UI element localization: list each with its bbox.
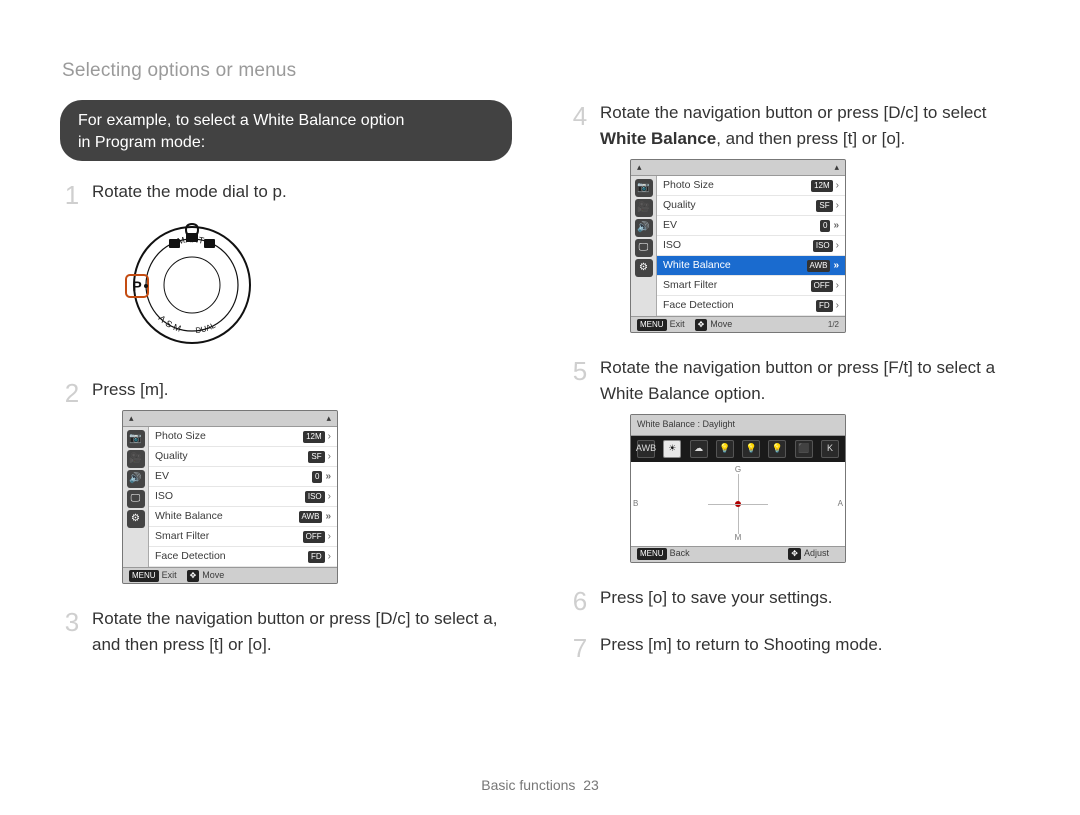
step-7: Press [m] to return to Shooting mode. <box>568 632 1020 658</box>
wb-title: White Balance : Daylight <box>631 415 845 436</box>
menu-key-icon: MENU <box>637 319 667 331</box>
nav-key-icon: ✥ <box>695 319 708 331</box>
camera-menu-screen-2: ▴▴ 📷 🎥 🔊 🖵 ⚙ Photo Size12M› QualitySF› <box>630 159 846 333</box>
step-5: Rotate the navigation button or press [F… <box>568 355 1020 563</box>
menu-row-white-balance: White BalanceAWB» <box>149 507 337 527</box>
sound-icon: 🔊 <box>127 470 145 488</box>
mode-dial-graphic: P SMART A·S·M DUAL <box>122 215 262 355</box>
nav-key-icon: ✥ <box>788 548 801 560</box>
wb-option-fluorescent-h: 💡 <box>716 440 734 458</box>
example-line-2: in Program mode: <box>78 134 205 151</box>
menu-row-photo-size: Photo Size12M› <box>149 427 337 447</box>
step-3: Rotate the navigation button or press [D… <box>60 606 512 657</box>
menu-row-iso: ISOISO› <box>657 236 845 256</box>
wb-option-daylight: ☀ <box>663 440 681 458</box>
right-column: Rotate the navigation button or press [D… <box>568 100 1020 680</box>
gear-icon: ⚙ <box>127 510 145 528</box>
video-icon: 🎥 <box>635 199 653 217</box>
menu-row-smart-filter: Smart FilterOFF› <box>149 527 337 547</box>
menu-list: Photo Size12M› QualitySF› EV0» ISOISO› W… <box>149 427 337 567</box>
example-line-1: For example, to select a White Balance o… <box>78 112 404 129</box>
example-callout: For example, to select a White Balance o… <box>60 100 512 161</box>
page-footer: Basic functions 23 <box>0 777 1080 793</box>
step-2: Press [m]. ▴▴ 📷 🎥 🔊 🖵 ⚙ Photo Siz <box>60 377 512 585</box>
menu-key-icon: MENU <box>637 548 667 560</box>
gear-icon: ⚙ <box>635 259 653 277</box>
menu-row-ev: EV0» <box>657 216 845 236</box>
wb-option-tungsten: 💡 <box>768 440 786 458</box>
menu-row-quality: QualitySF› <box>657 196 845 216</box>
menu-key-icon: MENU <box>129 570 159 582</box>
video-icon: 🎥 <box>127 450 145 468</box>
wb-option-awb: AWB <box>637 440 655 458</box>
menu-sidebar: 📷 🎥 🔊 🖵 ⚙ <box>631 176 657 316</box>
menu-row-quality: QualitySF› <box>149 447 337 467</box>
sound-icon: 🔊 <box>635 219 653 237</box>
nav-key-icon: ✥ <box>187 570 200 582</box>
menu-row-smart-filter: Smart FilterOFF› <box>657 276 845 296</box>
camera-menu-screen-1: ▴▴ 📷 🎥 🔊 🖵 ⚙ Photo Size12M› QualitySF› <box>122 410 338 584</box>
wb-adjust-grid: G M B A <box>631 462 845 546</box>
camera-icon: 📷 <box>127 430 145 448</box>
wb-option-cloudy: ☁ <box>690 440 708 458</box>
wb-option-fluorescent-l: 💡 <box>742 440 760 458</box>
menu-row-face-detection: Face DetectionFD› <box>149 547 337 567</box>
wb-footer: MENUBack ✥Adjust <box>631 546 845 562</box>
wb-option-kelvin: K <box>821 440 839 458</box>
menu-row-ev: EV0» <box>149 467 337 487</box>
step-6: Press [o] to save your settings. <box>568 585 1020 611</box>
mode-dial-p-label: P <box>132 278 141 294</box>
camera-icon: 📷 <box>635 179 653 197</box>
menu-list: Photo Size12M› QualitySF› EV0» ISOISO› W… <box>657 176 845 316</box>
menu-row-photo-size: Photo Size12M› <box>657 176 845 196</box>
menu-row-white-balance: White BalanceAWB» <box>657 256 845 276</box>
wb-grid-cursor <box>735 501 741 507</box>
display-icon: 🖵 <box>635 239 653 257</box>
wb-option-custom: ⬛ <box>795 440 813 458</box>
white-balance-screen: White Balance : Daylight AWB ☀ ☁ 💡 💡 💡 ⬛… <box>630 414 846 563</box>
wb-option-strip: AWB ☀ ☁ 💡 💡 💡 ⬛ K <box>631 436 845 462</box>
menu-footer: MENUExit ✥Move <box>123 567 337 583</box>
menu-row-face-detection: Face DetectionFD› <box>657 296 845 316</box>
step-1: Rotate the mode dial to p. P <box>60 179 512 355</box>
page-title: Selecting options or menus <box>62 60 1020 82</box>
menu-footer: MENUExit ✥Move 1/2 <box>631 316 845 332</box>
display-icon: 🖵 <box>127 490 145 508</box>
menu-sidebar: 📷 🎥 🔊 🖵 ⚙ <box>123 427 149 567</box>
step-4: Rotate the navigation button or press [D… <box>568 100 1020 333</box>
menu-row-iso: ISOISO› <box>149 487 337 507</box>
left-column: For example, to select a White Balance o… <box>60 100 512 680</box>
